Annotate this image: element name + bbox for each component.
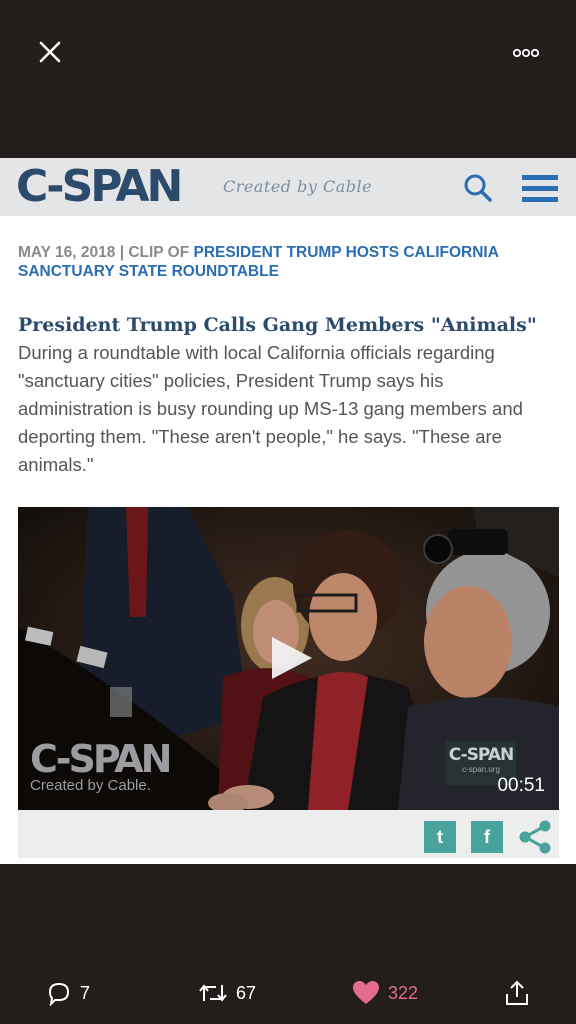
corner-logo-url: c-span.org <box>462 765 500 774</box>
cspan-header: C-SPAN Created by Cable <box>0 158 576 216</box>
cspan-logo[interactable]: C-SPAN <box>16 162 183 212</box>
video-player[interactable]: C-SPAN Created by Cable. C-SPAN c-span.o… <box>18 507 559 810</box>
clip-prefix: CLIP OF <box>128 244 190 261</box>
close-icon <box>39 41 61 63</box>
clip-description: During a roundtable with local Californi… <box>18 342 523 475</box>
clip-meta: MAY 16, 2018 | CLIP OF PRESIDENT TRUMP H… <box>18 243 563 281</box>
watermark-subtitle: Created by Cable. <box>30 777 151 794</box>
more-icon <box>512 48 540 58</box>
tweet-actions: 7 67 322 <box>0 968 576 1018</box>
reply-icon <box>48 982 70 1006</box>
retweet-icon <box>199 984 227 1002</box>
play-button[interactable] <box>270 635 314 681</box>
share-button[interactable] <box>516 818 554 856</box>
reply-button[interactable]: 7 <box>46 978 90 1008</box>
like-button[interactable]: 322 <box>352 978 418 1008</box>
facebook-share-button[interactable]: f <box>471 821 503 853</box>
twitter-share-button[interactable]: t <box>424 821 456 853</box>
corner-logo-text: C-SPAN <box>448 745 514 765</box>
web-card: C-SPAN Created by Cable MAY 16, 2018 | C… <box>0 158 576 864</box>
facebook-icon: f <box>484 827 490 847</box>
share-icon <box>519 820 551 854</box>
clip-title[interactable]: President Trump Calls Gang Members "Anim… <box>18 314 537 336</box>
menu-icon <box>522 175 558 202</box>
meta-separator: | <box>115 244 129 261</box>
close-button[interactable] <box>36 38 64 66</box>
watermark-logo: C-SPAN <box>30 737 172 781</box>
twitter-icon: t <box>437 827 443 847</box>
menu-button[interactable] <box>521 173 559 205</box>
cspan-tagline: Created by Cable <box>223 177 373 196</box>
search-button[interactable] <box>462 172 494 204</box>
reply-count: 7 <box>80 982 91 1003</box>
share-tweet-button[interactable] <box>505 978 529 1008</box>
search-icon <box>464 174 492 202</box>
retweet-count: 67 <box>236 982 257 1003</box>
video-watermark: C-SPAN Created by Cable. <box>30 737 172 794</box>
clip-description-block: President Trump Calls Gang Members "Anim… <box>18 311 560 479</box>
heart-icon <box>353 981 379 1004</box>
share-bar: t f <box>18 810 559 858</box>
more-button[interactable] <box>508 44 544 62</box>
video-duration: 00:51 <box>497 775 545 796</box>
clip-date: MAY 16, 2018 <box>18 244 116 261</box>
play-icon <box>272 637 312 679</box>
top-bar <box>0 0 576 158</box>
like-count: 322 <box>388 982 419 1003</box>
upload-share-icon <box>506 980 528 1005</box>
retweet-button[interactable]: 67 <box>198 978 256 1008</box>
